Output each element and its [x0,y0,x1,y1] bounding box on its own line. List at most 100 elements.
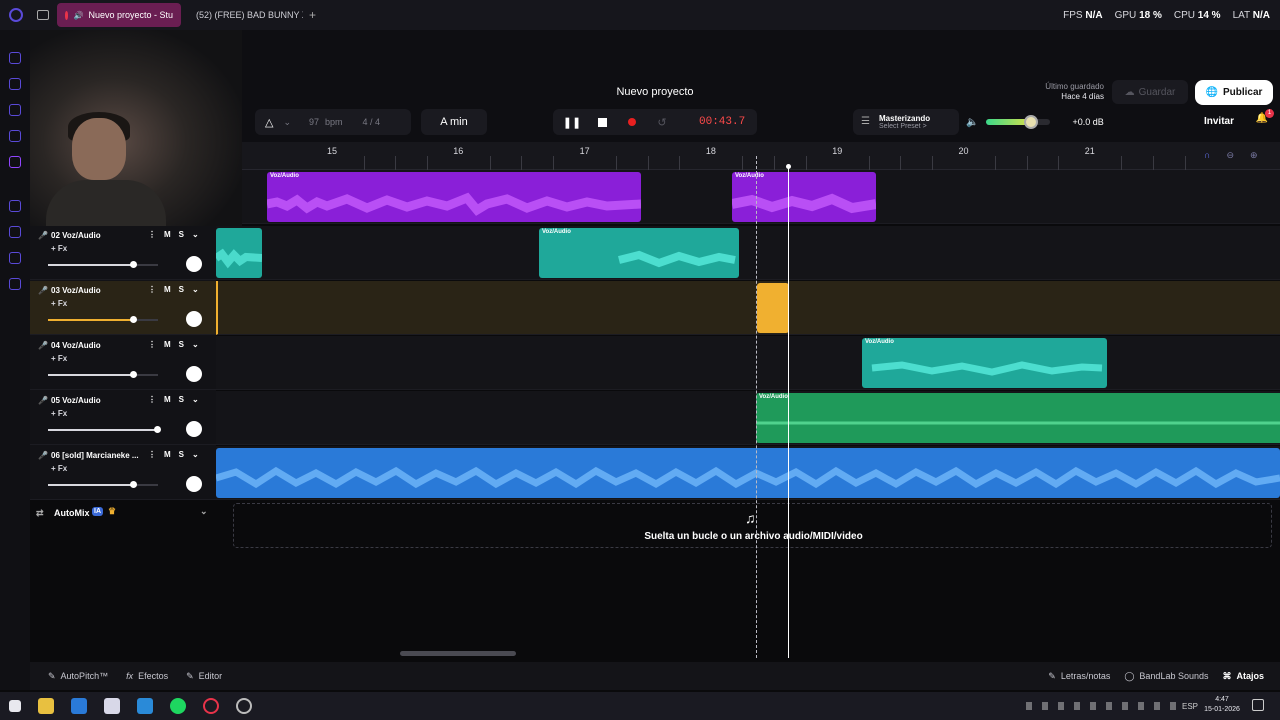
publish-button[interactable]: 🌐 Publicar [1195,80,1273,105]
track-header-04[interactable]: 🎤 04 Voz/Audio + Fx ⋮ M S ⌄ [30,336,216,390]
effects-button[interactable]: fx Efectos [126,671,168,681]
add-fx-button[interactable]: + Fx [51,354,67,363]
more-icon[interactable]: ⋮ [148,450,156,459]
add-fx-button[interactable]: + Fx [51,244,67,253]
mic-icon[interactable]: 🎤 [38,396,48,405]
fader-handle[interactable] [129,261,137,268]
metronome-chevron-icon[interactable]: ⌄ [283,117,291,128]
bpm-value[interactable]: 97 [309,117,319,127]
more-icon[interactable]: ⋮ [148,395,156,404]
history-icon[interactable] [9,52,21,64]
volume-knob[interactable] [1024,115,1039,129]
audio-clip[interactable]: Voz/Audio [862,338,1107,388]
cube-icon[interactable] [9,252,21,264]
audio-clip[interactable] [216,448,1280,498]
fader-handle[interactable] [129,316,137,323]
tab-youtube[interactable]: (52) (FREE) BAD BUNNY X [183,3,303,27]
zoom-in-icon[interactable]: ⊕ [1250,150,1258,161]
playhead[interactable] [788,167,789,658]
solo-button[interactable]: S [179,340,184,349]
metronome-icon[interactable]: △ [265,116,273,129]
player-icon[interactable] [9,200,21,212]
chevron-down-icon[interactable]: ⌄ [192,450,199,459]
track-header-02[interactable]: 🎤 02 Voz/Audio + Fx ⋮ M S ⌄ [30,226,216,280]
fader-handle[interactable] [154,426,161,433]
track-volume-slider[interactable] [48,316,158,323]
pan-knob[interactable] [186,256,202,272]
chevron-down-icon[interactable]: ⌄ [192,285,199,294]
new-tab-button[interactable]: + [309,8,316,22]
track-volume-slider[interactable] [48,261,158,268]
track-name[interactable]: 03 Voz/Audio [51,286,101,295]
track-header-05[interactable]: 🎤 05 Voz/Audio + Fx ⋮ M S ⌄ [30,391,216,445]
save-button[interactable]: ☁ Guardar [1112,80,1188,104]
timeline-ruler[interactable]: 15 16 17 18 19 20 21 [242,142,1280,170]
pan-knob[interactable] [186,421,202,437]
audio-clip[interactable]: Voz/Audio [756,393,1280,443]
track-name[interactable]: 06 [sold] Marcianeke ... [51,451,139,460]
sounds-button[interactable]: ◯ BandLab Sounds [1124,671,1208,682]
spotify-icon[interactable] [170,698,186,714]
editor-button[interactable]: ✎ Editor [186,671,222,682]
add-fx-button[interactable]: + Fx [51,299,67,308]
audio-clip[interactable]: Voz/Audio [732,172,876,222]
chevron-down-icon[interactable]: ⌄ [192,340,199,349]
system-clock[interactable]: 4:47 15-01-2026 [1204,695,1240,715]
track-header-03[interactable]: 🎤 03 Voz/Audio + Fx ⋮ M S ⌄ [30,281,216,335]
messenger-icon[interactable] [9,130,21,142]
stop-icon[interactable] [595,115,609,129]
notifications-bell-icon[interactable]: 🔔 1 [1254,109,1274,129]
audio-clip[interactable]: Voz/Audio [539,228,739,278]
solo-button[interactable]: S [179,285,184,294]
fader-handle[interactable] [129,481,137,488]
magnet-icon[interactable]: ∩ [1204,150,1210,161]
pause-icon[interactable]: ❚❚ [563,115,581,129]
pan-knob[interactable] [186,476,202,492]
track-lane-05[interactable]: Voz/Audio [216,391,1280,445]
outlook-icon[interactable] [71,698,87,714]
extensions-icon[interactable] [9,78,21,90]
windows-start-icon[interactable] [9,700,21,712]
more-icon[interactable]: ⋮ [148,285,156,294]
shortcuts-button[interactable]: ⌘ Atajos [1222,671,1264,682]
notification-icon[interactable] [1252,699,1264,711]
mic-icon[interactable]: 🎤 [38,286,48,295]
add-fx-button[interactable]: + Fx [51,464,67,473]
store-icon[interactable] [104,698,120,714]
vscode-icon[interactable] [137,698,153,714]
mute-button[interactable]: M [164,230,171,239]
solo-button[interactable]: S [179,450,184,459]
track-header-06[interactable]: 🎤 06 [sold] Marcianeke ... + Fx ⋮ M S ⌄ [30,446,216,500]
invite-button[interactable]: Invitar [1198,113,1240,131]
twitch-icon[interactable] [9,156,21,168]
time-signature[interactable]: 4 / 4 [363,117,381,127]
opera-gx-icon[interactable] [203,698,219,714]
chevron-down-icon[interactable]: ⌄ [192,395,199,404]
track-lane-01[interactable]: Voz/Audio Voz/Audio [242,170,1280,224]
wallet-icon[interactable] [9,104,21,116]
more-icon[interactable]: ⋮ [148,230,156,239]
mute-button[interactable]: M [164,340,171,349]
tray-icons[interactable] [1025,702,1176,710]
track-volume-slider[interactable] [48,371,158,378]
zoom-out-icon[interactable]: ⊖ [1226,150,1234,161]
language-indicator[interactable]: ESP [1182,702,1198,711]
record-icon[interactable] [625,115,639,129]
add-fx-button[interactable]: + Fx [51,409,67,418]
pan-knob[interactable] [186,366,202,382]
solo-button[interactable]: S [179,230,184,239]
track-lane-06[interactable] [216,446,1280,500]
horizontal-scrollbar[interactable] [400,651,516,656]
drop-zone[interactable]: ♫ Suelta un bucle o un archivo audio/MID… [233,503,1272,548]
audio-clip[interactable] [216,228,262,278]
track-name[interactable]: 04 Voz/Audio [51,341,101,350]
key-selector[interactable]: A min [421,109,487,135]
track-lane-03[interactable] [216,281,1280,335]
fader-handle[interactable] [129,371,137,378]
track-lane-04[interactable]: Voz/Audio [216,336,1280,390]
mic-icon[interactable]: 🎤 [38,231,48,240]
mic-icon[interactable]: 🎤 [38,341,48,350]
track-name[interactable]: 02 Voz/Audio [51,231,101,240]
workspaces-icon[interactable] [37,10,49,20]
track-name[interactable]: 05 Voz/Audio [51,396,101,405]
